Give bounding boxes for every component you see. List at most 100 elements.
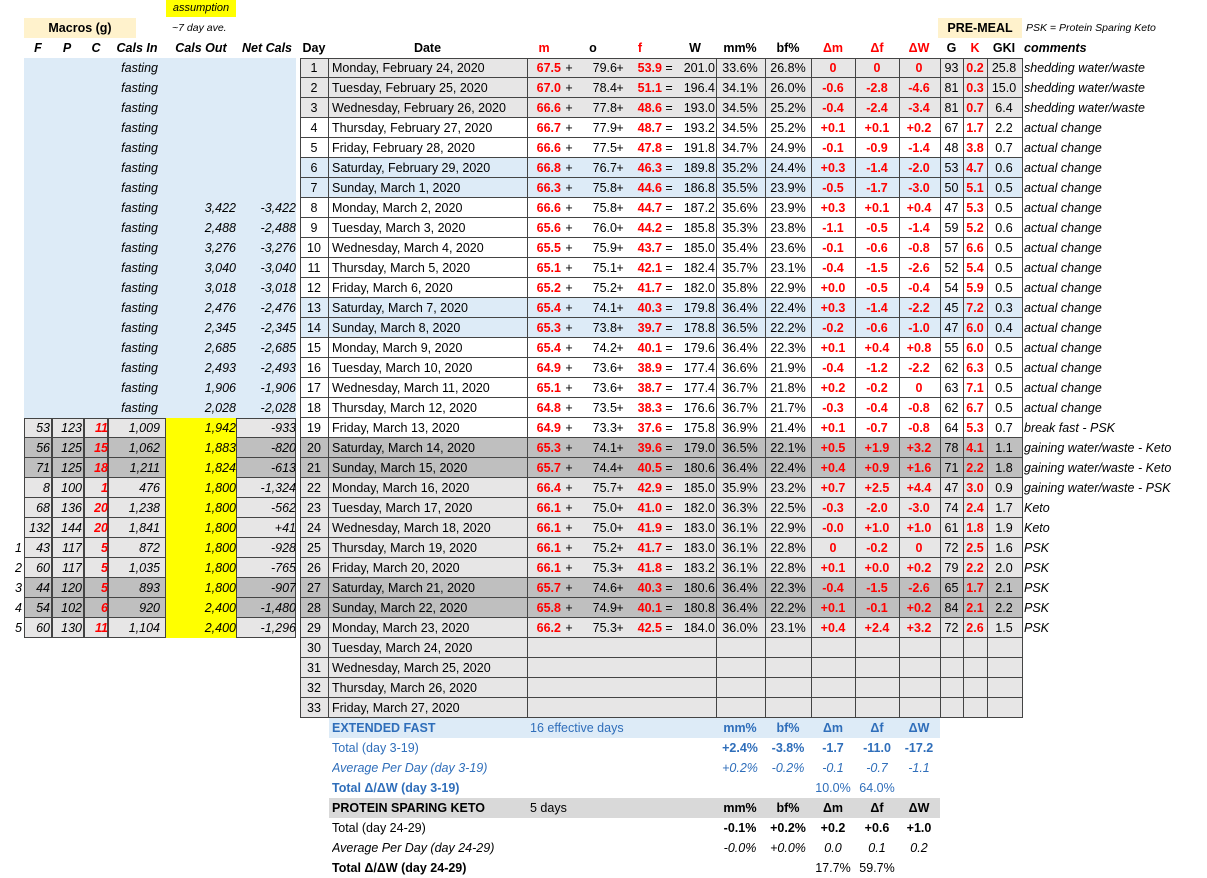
cell-net: -562 xyxy=(270,501,296,515)
psk-total-value: +1.0 xyxy=(906,821,932,835)
psk-avg-value: +0.0% xyxy=(770,841,806,855)
cell-F: 132 xyxy=(29,521,50,535)
cell-P: 100 xyxy=(61,481,82,495)
table-border xyxy=(300,58,1023,718)
cell-net: -2,493 xyxy=(260,361,296,375)
psk-avg-value: -0.0% xyxy=(723,841,757,855)
cell-F: 71 xyxy=(36,461,50,475)
cell-comment: actual change xyxy=(1024,381,1102,395)
cell-P: 136 xyxy=(61,501,82,515)
header-df: Δf xyxy=(870,41,884,55)
cell-cin: 1,211 xyxy=(129,461,160,475)
psk-header-h_mm: mm% xyxy=(723,801,757,815)
cell-cin: 872 xyxy=(139,541,160,555)
cell-net: -3,422 xyxy=(260,201,296,215)
cell-comment: PSK xyxy=(1024,601,1050,615)
header-P: P xyxy=(62,41,72,55)
header-C: C xyxy=(91,41,101,55)
cell-cout: 1,800 xyxy=(204,581,236,595)
cell-cout: 1,942 xyxy=(204,421,236,435)
cell-cout: 2,345 xyxy=(204,321,236,335)
cell-comment: actual change xyxy=(1024,241,1102,255)
psk-ratio-value: 59.7% xyxy=(859,861,895,875)
seven-day-avg-label: ~7 day ave. xyxy=(172,22,227,34)
cell-comment: gaining water/waste - Keto xyxy=(1024,461,1172,475)
cell-comment: shedding water/waste xyxy=(1024,101,1145,115)
psk-avg-value: 0.0 xyxy=(824,841,842,855)
cell-C: 20 xyxy=(94,521,108,535)
cell-cin: fasting xyxy=(121,121,158,135)
cell-C: 18 xyxy=(94,461,108,475)
cell-cout: 2,400 xyxy=(204,601,236,615)
extended-header-h_df: Δf xyxy=(870,721,884,735)
header-comments: comments xyxy=(1024,41,1087,55)
cell-C: 15 xyxy=(94,441,108,455)
cell-net: -2,488 xyxy=(260,221,296,235)
cell-P: 123 xyxy=(61,421,82,435)
cell-cout: 2,476 xyxy=(204,301,236,315)
cell-comment: actual change xyxy=(1024,121,1102,135)
cell-cin: fasting xyxy=(121,341,158,355)
extended-ratio-value: 10.0% xyxy=(815,781,851,795)
header-cals-out: Cals Out xyxy=(175,41,227,55)
cell-comment: actual change xyxy=(1024,141,1102,155)
cell-cin: fasting xyxy=(121,101,158,115)
cell-F: 60 xyxy=(36,621,50,635)
header-mm: mm% xyxy=(723,41,757,55)
psk-total-value: +0.6 xyxy=(864,821,890,835)
psk-note: PSK = Protein Sparing Keto xyxy=(1026,22,1156,34)
cell-comment: shedding water/waste xyxy=(1024,61,1145,75)
cell-comment: actual change xyxy=(1024,301,1102,315)
header-W: W xyxy=(689,41,701,55)
cell-cin: fasting xyxy=(121,61,158,75)
cell-net: -1,296 xyxy=(260,621,296,635)
extended-avg-value: -0.2% xyxy=(771,761,805,775)
cell-cout: 2,493 xyxy=(204,361,236,375)
header-m: m xyxy=(538,41,550,55)
psk-avg-value: 0.1 xyxy=(868,841,886,855)
header-bf: bf% xyxy=(776,41,800,55)
cell-comment: actual change xyxy=(1024,281,1102,295)
header-F: F xyxy=(34,41,42,55)
extended-avg-value: -1.1 xyxy=(908,761,930,775)
cell-idx: 3 xyxy=(15,581,22,595)
extended-ratio-label: Total Δ/ΔW (day 3-19) xyxy=(332,781,460,795)
cell-cout: 2,028 xyxy=(204,401,236,415)
cell-idx: 4 xyxy=(15,601,22,615)
cell-P: 120 xyxy=(61,581,82,595)
cell-cout: 3,018 xyxy=(204,281,236,295)
extended-header-h_dm: Δm xyxy=(822,721,844,735)
cell-cin: fasting xyxy=(121,361,158,375)
cell-cout: 1,824 xyxy=(204,461,236,475)
cell-cin: 1,035 xyxy=(128,561,160,575)
cell-C: 11 xyxy=(95,621,108,635)
cell-idx: 5 xyxy=(15,621,22,635)
cell-cin: fasting xyxy=(121,321,158,335)
cell-C: 11 xyxy=(95,421,108,435)
cell-net: -2,476 xyxy=(260,301,296,315)
psk-total-value: +0.2% xyxy=(770,821,806,835)
cell-F: 54 xyxy=(36,601,50,615)
cell-P: 117 xyxy=(62,561,82,575)
cell-net: -928 xyxy=(270,541,296,555)
cell-cout: 1,800 xyxy=(204,541,236,555)
cell-idx: 2 xyxy=(15,561,22,575)
cell-F: 60 xyxy=(36,561,50,575)
cell-cout: 3,040 xyxy=(204,261,236,275)
cell-comment: PSK xyxy=(1024,581,1050,595)
extended-total-value: -17.2 xyxy=(904,741,934,755)
cell-cin: 476 xyxy=(139,481,160,495)
cell-comment: actual change xyxy=(1024,261,1102,275)
cell-C: 1 xyxy=(101,481,108,495)
psk-ratio-label: Total Δ/ΔW (day 24-29) xyxy=(332,861,467,875)
cell-idx: 1 xyxy=(15,541,22,555)
cell-cin: 1,062 xyxy=(128,441,160,455)
cell-cin: 1,104 xyxy=(128,621,160,635)
cell-comment: Keto xyxy=(1024,521,1050,535)
extended-avg-label: Average Per Day (day 3-19) xyxy=(332,761,488,775)
cell-cout: 3,422 xyxy=(204,201,236,215)
cell-cout: 1,883 xyxy=(204,441,236,455)
extended-total-value: +2.4% xyxy=(722,741,758,755)
cell-cin: 1,841 xyxy=(128,521,160,535)
premeal-label: PRE-MEAL xyxy=(938,18,1022,38)
